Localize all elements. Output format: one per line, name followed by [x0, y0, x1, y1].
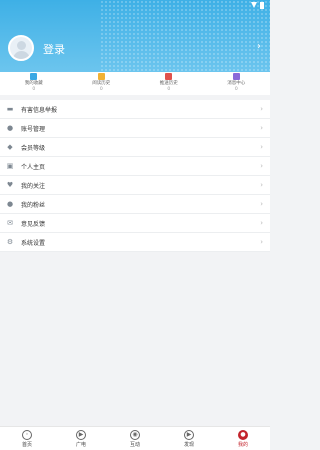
- tab-0[interactable]: ◦ 首页: [0, 427, 54, 450]
- menu-item-4[interactable]: ♥ 我的关注 ›: [0, 176, 270, 195]
- user-icon: ●: [6, 123, 14, 132]
- menu-item-1[interactable]: ● 账号管理 ›: [0, 119, 270, 138]
- world-map-pattern: [100, 0, 270, 72]
- chevron-right-icon[interactable]: ›: [257, 41, 261, 52]
- menu-item-6[interactable]: ✉ 意见反馈 ›: [0, 214, 270, 233]
- chevron-right-icon: ›: [260, 181, 263, 189]
- heart-icon: ♥: [6, 180, 14, 189]
- menu-item-5[interactable]: ● 我的粉丝 ›: [0, 195, 270, 214]
- status-bar: [251, 1, 264, 9]
- menu-item-label: 意见反馈: [21, 220, 46, 228]
- chevron-right-icon: ›: [260, 219, 263, 227]
- mail-icon: ✉: [7, 218, 13, 227]
- star-icon: [30, 73, 38, 80]
- quick-action-count: 0: [167, 87, 171, 92]
- menu-item-3[interactable]: ▣ 个人主页 ›: [0, 157, 270, 176]
- quick-actions: 我的收藏 0 阅读历史 0 推送历史 0 消息中心 0: [0, 72, 270, 95]
- bookmark-icon: [165, 73, 173, 80]
- tab-4[interactable]: ● 我的: [216, 427, 270, 450]
- tab-label: 广电: [75, 442, 86, 448]
- menu-item-7[interactable]: ⚙ 系统设置 ›: [0, 233, 270, 252]
- login-link[interactable]: 登录: [43, 41, 65, 57]
- menu-item-label: 我的关注: [21, 182, 46, 190]
- tab-2[interactable]: ◉ 互动: [108, 427, 162, 450]
- quick-action-count: 0: [99, 87, 103, 92]
- menu-item-label: 会员等级: [21, 144, 46, 152]
- gear-icon: ⚙: [6, 237, 14, 246]
- interact-icon: ◉: [130, 430, 140, 440]
- message-icon: [232, 73, 240, 80]
- quick-action-2[interactable]: 推送历史 0: [135, 72, 203, 95]
- diamond-icon: ◆: [7, 142, 13, 151]
- user-icon: ●: [6, 199, 14, 208]
- battery-icon: [260, 1, 264, 9]
- menu-item-0[interactable]: ▬ 有害信息举报 ›: [0, 100, 270, 119]
- play-icon: ▶: [76, 430, 86, 440]
- document-icon: [97, 73, 105, 80]
- chevron-right-icon: ›: [260, 238, 263, 246]
- tab-3[interactable]: ▶ 发现: [162, 427, 216, 450]
- chevron-right-icon: ›: [260, 124, 263, 132]
- menu-item-label: 个人主页: [21, 163, 46, 171]
- menu-item-2[interactable]: ◆ 会员等级 ›: [0, 138, 270, 157]
- tab-label: 发现: [183, 442, 194, 448]
- profile-header: 登录 ›: [0, 0, 270, 72]
- profile-card-icon: ▣: [6, 161, 14, 170]
- quick-action-3[interactable]: 消息中心 0: [203, 72, 271, 95]
- tab-1[interactable]: ▶ 广电: [54, 427, 108, 450]
- quick-action-0[interactable]: 我的收藏 0: [0, 72, 68, 95]
- tab-label: 首页: [21, 442, 32, 448]
- chevron-right-icon: ›: [260, 105, 263, 113]
- quick-action-1[interactable]: 阅读历史 0: [68, 72, 136, 95]
- menu-item-label: 有害信息举报: [21, 106, 58, 114]
- menu-item-label: 系统设置: [21, 239, 46, 247]
- settings-menu: ▬ 有害信息举报 › ● 账号管理 › ◆ 会员等级 › ▣ 个人主页 › ♥ 我的关注 › ● 我的粉丝 › ✉ 意…: [0, 100, 270, 252]
- chevron-right-icon: ›: [260, 200, 263, 208]
- avatar[interactable]: [8, 35, 34, 61]
- bottom-tab-bar: ◦ 首页 ▶ 广电 ◉ 互动 ▶ 发现 ● 我的: [0, 426, 270, 450]
- me-icon: ●: [238, 430, 248, 440]
- chevron-right-icon: ›: [260, 162, 263, 170]
- home-icon: ◦: [22, 430, 32, 440]
- chevron-right-icon: ›: [260, 143, 263, 151]
- quick-action-count: 0: [32, 87, 36, 92]
- mine-page: 登录 › 我的收藏 0 阅读历史 0 推送历史 0 消息中心 0 ▬ 有害信息举报 › ● 账号管理 ›…: [0, 0, 270, 450]
- report-icon: ▬: [6, 104, 14, 113]
- tab-label: 我的: [237, 442, 248, 448]
- tab-label: 互动: [129, 442, 140, 448]
- wifi-icon: [251, 2, 257, 8]
- discover-icon: ▶: [184, 430, 194, 440]
- quick-action-count: 0: [234, 87, 238, 92]
- menu-item-label: 账号管理: [21, 125, 46, 133]
- menu-item-label: 我的粉丝: [21, 201, 46, 209]
